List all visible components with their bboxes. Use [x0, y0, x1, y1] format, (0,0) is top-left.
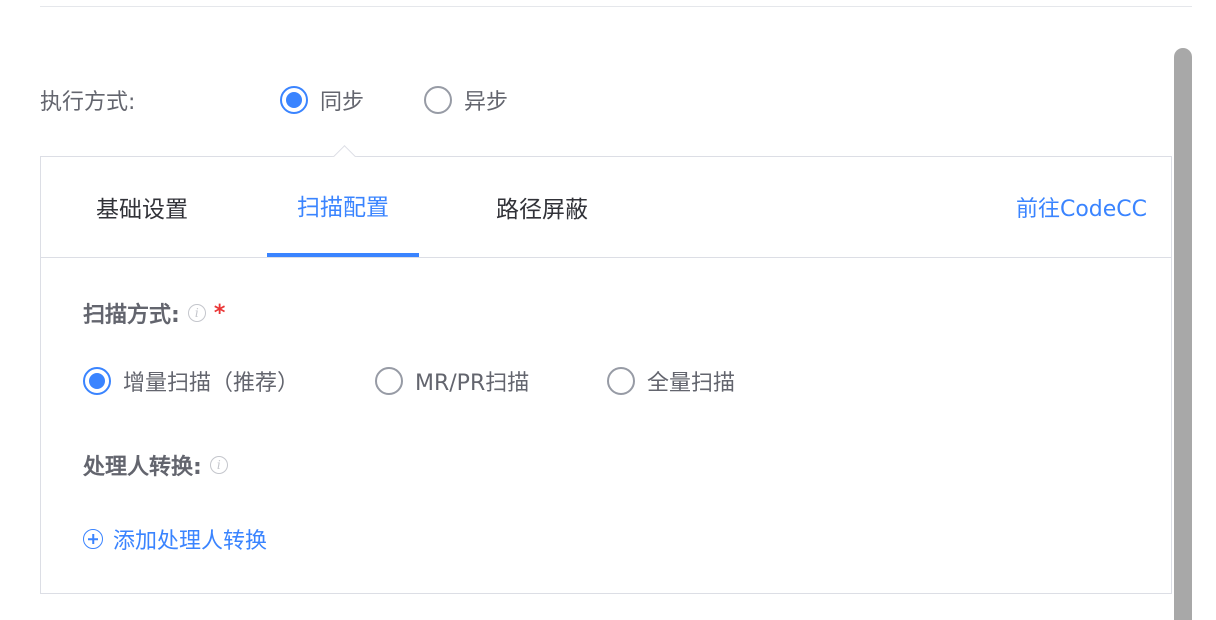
radio-circle-checked-icon — [280, 86, 308, 114]
radio-incremental-scan[interactable]: 增量扫描（推荐） — [83, 365, 375, 397]
radio-circle-icon — [375, 367, 403, 395]
execution-mode-label: 执行方式: — [40, 90, 136, 115]
info-icon[interactable]: i — [187, 304, 206, 322]
scan-settings-panel: 基础设置 扫描配置 路径屏蔽 前往CodeCC 扫描方式: i * 增量扫描（推… — [40, 156, 1172, 594]
handler-conversion-label: 处理人转换: — [83, 455, 202, 480]
radio-async[interactable]: 异步 — [424, 84, 508, 116]
add-handler-conversion-label: 添加处理人转换 — [113, 529, 268, 554]
info-icon[interactable]: i — [209, 456, 228, 474]
radio-circle-icon — [607, 367, 635, 395]
radio-circle-checked-icon — [83, 367, 111, 395]
plus-circle-icon — [83, 529, 103, 549]
radio-sync-label: 同步 — [320, 90, 365, 115]
scan-mode-label-row: 扫描方式: i * — [83, 297, 225, 329]
radio-mr-pr-scan-label: MR/PR扫描 — [415, 371, 530, 396]
scan-mode-label: 扫描方式: — [83, 303, 180, 328]
scan-mode-options: 增量扫描（推荐） MR/PR扫描 全量扫描 — [83, 365, 735, 397]
tab-scan-config[interactable]: 扫描配置 — [267, 157, 419, 257]
add-handler-conversion-link[interactable]: 添加处理人转换 — [83, 523, 267, 555]
radio-incremental-scan-label: 增量扫描（推荐） — [123, 371, 300, 396]
radio-async-label: 异步 — [464, 90, 509, 115]
radio-circle-icon — [424, 86, 453, 114]
top-divider — [40, 6, 1192, 7]
radio-mr-pr-scan[interactable]: MR/PR扫描 — [375, 365, 607, 397]
radio-full-scan-label: 全量扫描 — [647, 371, 736, 396]
radio-sync[interactable]: 同步 — [280, 84, 364, 116]
scrollbar-thumb[interactable] — [1174, 48, 1192, 620]
tab-path-exclusion[interactable]: 路径屏蔽 — [469, 157, 615, 257]
radio-full-scan[interactable]: 全量扫描 — [607, 365, 735, 397]
goto-codecc-link[interactable]: 前往CodeCC — [1016, 157, 1147, 257]
tab-bar: 基础设置 扫描配置 路径屏蔽 前往CodeCC — [41, 157, 1171, 258]
execution-mode-row: 执行方式: 同步 异步 — [40, 80, 508, 120]
handler-conversion-label-row: 处理人转换: i — [83, 449, 228, 481]
required-star: * — [213, 300, 226, 326]
popover-caret — [331, 141, 359, 157]
tab-basic-settings[interactable]: 基础设置 — [69, 157, 215, 257]
